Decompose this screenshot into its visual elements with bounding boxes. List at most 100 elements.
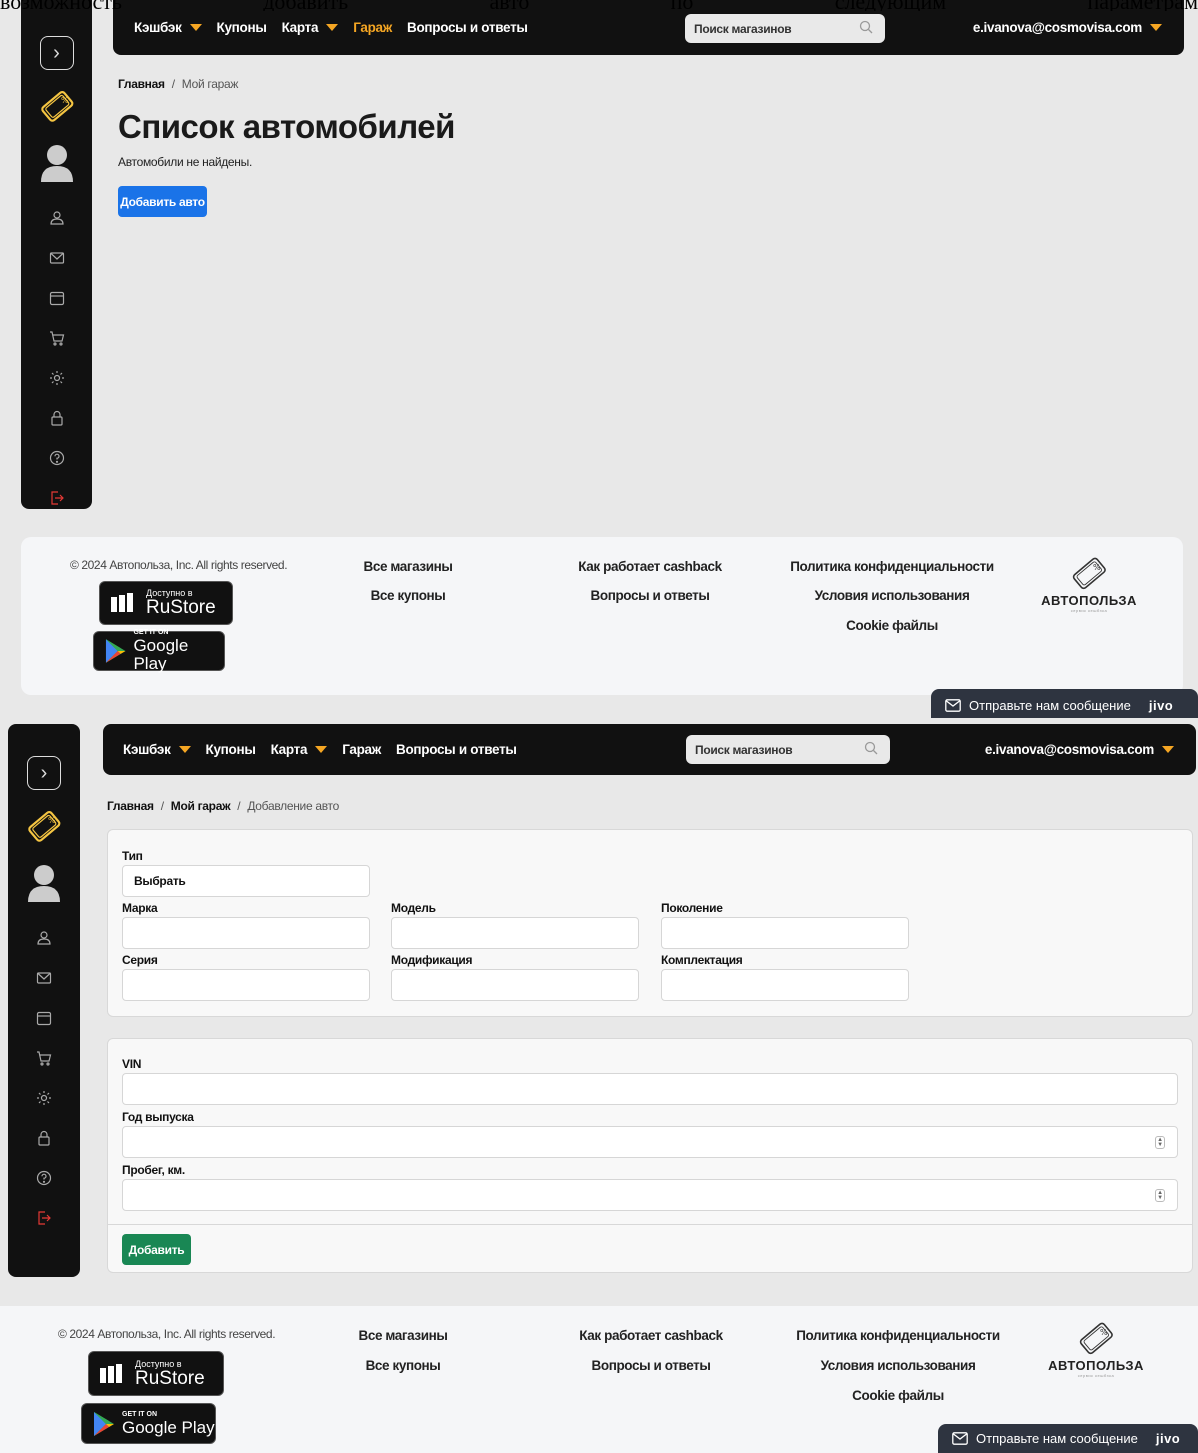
mileage-input[interactable]: ▲ ▼ xyxy=(122,1179,1178,1211)
search-icon[interactable] xyxy=(859,20,873,34)
search-input[interactable]: Поиск магазинов xyxy=(686,735,890,764)
submit-add-button[interactable]: Добавить xyxy=(122,1234,191,1265)
cut-word: возможность xyxy=(0,0,122,11)
avatar[interactable] xyxy=(26,862,62,902)
user-icon[interactable] xyxy=(47,208,67,228)
brand-select[interactable] xyxy=(122,917,370,949)
user-menu[interactable]: e.ivanova@cosmovisa.com xyxy=(973,20,1162,35)
sidebar-toggle-button[interactable]: › xyxy=(39,36,74,70)
footer-link-all-shops[interactable]: Все магазины xyxy=(363,559,452,574)
chat-widget-button[interactable]: Отправьте нам сообщение jivo xyxy=(938,1424,1198,1453)
nav-label: Карта xyxy=(281,20,319,35)
logout-icon[interactable] xyxy=(47,488,67,508)
nav-cashback[interactable]: Кэшбэк xyxy=(134,20,202,35)
footer-link-faq[interactable]: Вопросы и ответы xyxy=(590,588,709,603)
year-input[interactable]: ▲ ▼ xyxy=(122,1126,1178,1158)
rustore-big-text: RuStore xyxy=(146,597,216,618)
cart-icon[interactable] xyxy=(34,1048,54,1068)
rustore-badge[interactable]: Доступно в RuStore xyxy=(99,581,233,625)
equipment-label: Комплектация xyxy=(661,953,743,967)
brand-name: АВТОПОЛЬЗА xyxy=(1041,593,1137,608)
footer-link-cookies[interactable]: Cookie файлы xyxy=(846,618,938,633)
series-select[interactable] xyxy=(122,969,370,1001)
rustore-small-text: Доступно в xyxy=(135,1358,182,1369)
model-select[interactable] xyxy=(391,917,639,949)
google-play-icon xyxy=(105,639,126,663)
svg-text:%: % xyxy=(48,816,56,825)
sidebar: › % xyxy=(8,724,80,1277)
breadcrumb: Главная / Мой гараж / Добавление авто xyxy=(107,799,339,813)
chat-label: Отправьте нам сообщение xyxy=(969,698,1131,713)
jivo-logo: jivo xyxy=(1155,1431,1181,1446)
nav-label: Вопросы и ответы xyxy=(396,742,517,757)
rustore-icon xyxy=(100,1363,122,1383)
vin-input[interactable] xyxy=(122,1073,1178,1105)
nav-garage[interactable]: Гараж xyxy=(342,742,381,757)
settings-icon[interactable] xyxy=(47,368,67,388)
user-icon[interactable] xyxy=(34,928,54,948)
lock-icon[interactable] xyxy=(34,1128,54,1148)
help-icon[interactable] xyxy=(47,448,67,468)
nav-map[interactable]: Карта xyxy=(282,20,339,35)
calendar-icon[interactable] xyxy=(34,1008,54,1028)
generation-select[interactable] xyxy=(661,917,909,949)
cart-icon[interactable] xyxy=(47,328,67,348)
gplay-big-text: Google Play xyxy=(133,636,189,673)
nav-map[interactable]: Карта xyxy=(271,742,328,757)
footer-link-terms[interactable]: Условия использования xyxy=(815,588,970,603)
user-menu[interactable]: e.ivanova@cosmovisa.com xyxy=(985,742,1174,757)
footer-link-all-coupons[interactable]: Все купоны xyxy=(366,1358,441,1373)
mail-icon[interactable] xyxy=(47,248,67,268)
cut-word: авто xyxy=(489,0,529,11)
nav-coupons[interactable]: Купоны xyxy=(206,742,256,757)
footer-link-all-coupons[interactable]: Все купоны xyxy=(371,588,446,603)
nav-garage[interactable]: Гараж xyxy=(353,20,392,35)
logout-icon[interactable] xyxy=(34,1208,54,1228)
footer-link-faq[interactable]: Вопросы и ответы xyxy=(591,1358,710,1373)
logo-icon[interactable]: % xyxy=(37,86,77,126)
google-play-icon xyxy=(94,1411,114,1436)
nav-cashback[interactable]: Кэшбэк xyxy=(123,742,191,757)
chevron-down-icon xyxy=(1150,24,1162,31)
number-stepper-icon[interactable]: ▲ ▼ xyxy=(1155,1136,1165,1149)
footer-brand[interactable]: % АВТОПОЛЬЗА сервис кешбэка xyxy=(1041,553,1137,613)
logo-icon[interactable]: % xyxy=(24,806,64,846)
footer-link-privacy[interactable]: Политика конфиденциальности xyxy=(796,1328,1000,1343)
footer-link-cookies[interactable]: Cookie файлы xyxy=(852,1388,944,1403)
footer-brand[interactable]: % АВТОПОЛЬЗА сервис кешбэка xyxy=(1048,1318,1143,1378)
equipment-select[interactable] xyxy=(661,969,909,1001)
search-icon[interactable] xyxy=(864,741,878,755)
footer-link-privacy[interactable]: Политика конфиденциальности xyxy=(790,559,994,574)
breadcrumb-home[interactable]: Главная xyxy=(118,77,165,91)
calendar-icon[interactable] xyxy=(47,288,67,308)
footer-link-how-cashback[interactable]: Как работает cashback xyxy=(578,559,722,574)
breadcrumb-home[interactable]: Главная xyxy=(107,799,154,813)
page-title: Список автомобилей xyxy=(118,108,455,145)
nav-faq[interactable]: Вопросы и ответы xyxy=(407,20,528,35)
modification-select[interactable] xyxy=(391,969,639,1001)
footer: © 2024 Автопольза, Inc. All rights reser… xyxy=(21,537,1183,695)
rustore-badge[interactable]: Доступно в RuStore xyxy=(88,1351,224,1396)
mail-icon[interactable] xyxy=(34,968,54,988)
nav-faq[interactable]: Вопросы и ответы xyxy=(396,742,517,757)
nav-coupons[interactable]: Купоны xyxy=(217,20,267,35)
settings-icon[interactable] xyxy=(34,1088,54,1108)
add-car-button[interactable]: Добавить авто xyxy=(118,186,207,217)
lock-icon[interactable] xyxy=(47,408,67,428)
footer-link-all-shops[interactable]: Все магазины xyxy=(358,1328,447,1343)
google-play-badge[interactable]: GET IT ON Google Play xyxy=(93,629,225,673)
chevron-down-icon xyxy=(1162,746,1174,753)
chevron-down-icon xyxy=(178,746,191,753)
footer-link-terms[interactable]: Условия использования xyxy=(821,1358,976,1373)
search-input[interactable]: Поиск магазинов xyxy=(685,14,885,43)
type-select[interactable]: Выбрать xyxy=(122,865,370,897)
sidebar-toggle-button[interactable]: › xyxy=(27,756,61,790)
google-play-badge[interactable]: GET IT ON Google Play xyxy=(81,1403,216,1444)
avatar[interactable] xyxy=(39,142,75,182)
help-icon[interactable] xyxy=(34,1168,54,1188)
nav-label: Кэшбэк xyxy=(134,20,182,35)
footer-link-how-cashback[interactable]: Как работает cashback xyxy=(579,1328,723,1343)
number-stepper-icon[interactable]: ▲ ▼ xyxy=(1155,1189,1165,1202)
breadcrumb-garage[interactable]: Мой гараж xyxy=(171,799,231,813)
nav-label: Гараж xyxy=(353,20,392,35)
